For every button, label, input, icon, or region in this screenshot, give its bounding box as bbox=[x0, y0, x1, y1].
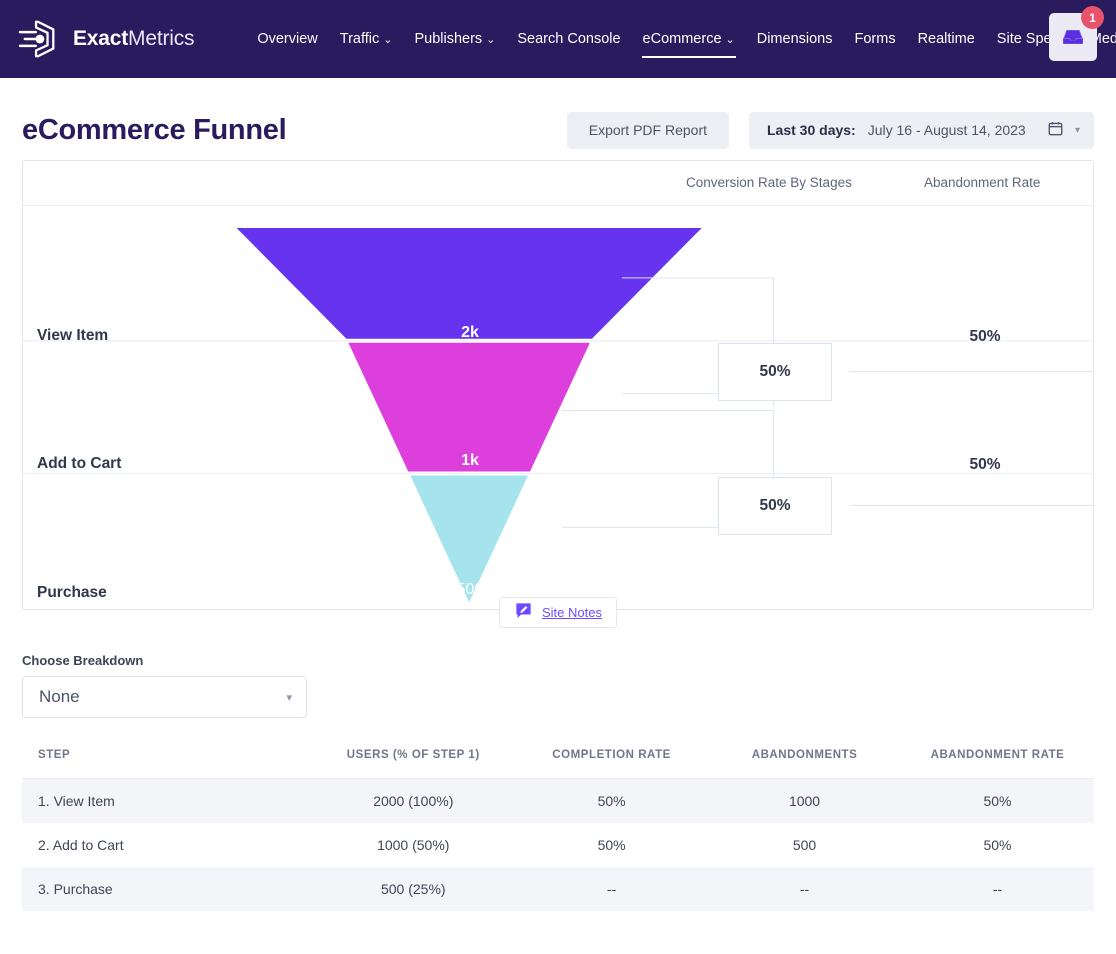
nav-item-forms[interactable]: Forms bbox=[843, 0, 906, 78]
nav-label: Publishers bbox=[414, 31, 483, 47]
main-nav: Overview Traffic ⌄ Publishers ⌄ Search C… bbox=[246, 0, 1116, 78]
conversion-rate-box-1: 50% bbox=[718, 343, 832, 401]
nav-item-search-console[interactable]: Search Console bbox=[506, 0, 631, 78]
site-notes-button[interactable]: Site Notes bbox=[499, 597, 617, 628]
brand-name: ExactMetrics bbox=[73, 27, 195, 51]
cell-abandonments: 1000 bbox=[788, 793, 821, 809]
column-header-abandonments: ABANDONMENTS bbox=[708, 740, 902, 779]
notifications-button[interactable]: 1 bbox=[1049, 6, 1104, 61]
chevron-down-icon: ⌄ bbox=[725, 33, 735, 46]
funnel-chart-graphic bbox=[23, 227, 1093, 603]
funnel-stage-label-purchase: Purchase bbox=[37, 584, 107, 601]
cell-abandonment-rate: 50% bbox=[983, 837, 1012, 853]
cell-step: 1. View Item bbox=[38, 793, 115, 809]
nav-label: Dimensions bbox=[756, 31, 833, 47]
cell-users: 2000 (100%) bbox=[373, 793, 454, 809]
date-range-picker[interactable]: Last 30 days: July 16 - August 14, 2023 … bbox=[749, 111, 1094, 149]
nav-item-publishers[interactable]: Publishers ⌄ bbox=[403, 0, 506, 78]
brand-logo-group[interactable]: ExactMetrics bbox=[14, 16, 195, 62]
column-header-step: STEP bbox=[22, 740, 312, 779]
cell-completion-rate: -- bbox=[606, 881, 617, 897]
table-row: 2. Add to Cart 1000 (50%) 50% 500 50% bbox=[22, 823, 1094, 867]
date-range-value: July 16 - August 14, 2023 bbox=[867, 122, 1026, 138]
cell-users: 500 (25%) bbox=[380, 881, 446, 897]
chevron-down-icon: ⌄ bbox=[383, 33, 393, 46]
nav-label: Realtime bbox=[917, 31, 975, 47]
abandonment-rate-value-2: 50% bbox=[969, 456, 1001, 473]
top-navigation-bar: ExactMetrics Overview Traffic ⌄ Publishe… bbox=[0, 0, 1116, 78]
cell-step: 3. Purchase bbox=[38, 881, 113, 897]
cell-abandonment-rate: -- bbox=[992, 881, 1003, 897]
funnel-segment-view-item bbox=[236, 227, 702, 339]
cell-completion-rate: 50% bbox=[597, 793, 626, 809]
site-notes-label: Site Notes bbox=[542, 605, 602, 620]
table-header-row: STEP USERS (% OF STEP 1) COMPLETION RATE… bbox=[22, 740, 1094, 779]
column-header-abandonment-rate: ABANDONMENT RATE bbox=[901, 740, 1094, 779]
date-range-prefix: Last 30 days: bbox=[767, 122, 856, 138]
chevron-down-icon: ▾ bbox=[1074, 124, 1080, 136]
nav-item-overview[interactable]: Overview bbox=[246, 0, 328, 78]
note-pencil-icon bbox=[514, 601, 533, 625]
breakdown-selected-value: None bbox=[39, 687, 80, 706]
calendar-icon bbox=[1047, 120, 1064, 140]
page-header-actions: Export PDF Report Last 30 days: July 16 … bbox=[566, 111, 1094, 149]
column-header-completion-rate: COMPLETION RATE bbox=[515, 740, 709, 779]
cell-abandonments: 500 bbox=[792, 837, 817, 853]
cell-abandonment-rate: 50% bbox=[983, 793, 1012, 809]
nav-item-ecommerce[interactable]: eCommerce ⌄ bbox=[632, 0, 746, 78]
funnel-chart-body: 2k 1k 500 View Item Add to Cart Purchase… bbox=[23, 206, 1093, 610]
nav-label: Overview bbox=[257, 31, 318, 47]
funnel-chart-card: Conversion Rate By Stages Abandonment Ra… bbox=[22, 160, 1094, 628]
chevron-down-icon: ⌄ bbox=[486, 33, 496, 46]
column-header-users: USERS (% OF STEP 1) bbox=[311, 740, 516, 779]
table-body: 1. View Item 2000 (100%) 50% 1000 50% 2.… bbox=[22, 778, 1094, 911]
funnel-stage-label-add-to-cart: Add to Cart bbox=[37, 455, 122, 472]
chevron-down-icon: ▾ bbox=[286, 691, 292, 704]
table-row: 1. View Item 2000 (100%) 50% 1000 50% bbox=[22, 778, 1094, 823]
table-row: 3. Purchase 500 (25%) -- -- -- bbox=[22, 867, 1094, 911]
cell-completion-rate: 50% bbox=[597, 837, 626, 853]
abandonment-rate-column-header: Abandonment Rate bbox=[924, 175, 1041, 190]
funnel-steps-table: STEP USERS (% OF STEP 1) COMPLETION RATE… bbox=[22, 740, 1094, 911]
nav-label: Forms bbox=[854, 31, 896, 47]
brand-name-light: Metrics bbox=[128, 27, 195, 50]
nav-label: eCommerce bbox=[642, 31, 722, 47]
page-title: eCommerce Funnel bbox=[22, 113, 287, 146]
breakdown-select[interactable]: None ▾ bbox=[22, 676, 307, 718]
brand-name-bold: Exact bbox=[73, 27, 129, 50]
nav-label: Search Console bbox=[517, 31, 621, 47]
funnel-value-label-add-to-cart: 1k bbox=[461, 452, 479, 469]
nav-item-dimensions[interactable]: Dimensions bbox=[746, 0, 844, 78]
conversion-rate-box-2: 50% bbox=[718, 477, 832, 535]
breakdown-section: Choose Breakdown None ▾ bbox=[22, 653, 1094, 718]
funnel-stage-label-view-item: View Item bbox=[37, 327, 109, 344]
funnel-column-headers: Conversion Rate By Stages Abandonment Ra… bbox=[23, 161, 1093, 206]
conversion-rate-column-header: Conversion Rate By Stages bbox=[686, 175, 852, 190]
notification-count-badge: 1 bbox=[1081, 6, 1104, 29]
cell-abandonments: -- bbox=[799, 881, 810, 897]
cell-users: 1000 (50%) bbox=[377, 837, 450, 853]
abandonment-rate-value-1: 50% bbox=[969, 328, 1001, 345]
page-header: eCommerce Funnel Export PDF Report Last … bbox=[0, 78, 1116, 149]
nav-label: Traffic bbox=[339, 31, 380, 47]
funnel-value-label-view-item: 2k bbox=[461, 324, 479, 341]
table-head: STEP USERS (% OF STEP 1) COMPLETION RATE… bbox=[22, 740, 1094, 779]
nav-item-realtime[interactable]: Realtime bbox=[907, 0, 986, 78]
export-pdf-report-button[interactable]: Export PDF Report bbox=[566, 111, 729, 149]
exactmetrics-logo-icon bbox=[14, 16, 60, 62]
cell-step: 2. Add to Cart bbox=[38, 837, 124, 853]
breakdown-label: Choose Breakdown bbox=[22, 653, 144, 668]
nav-item-traffic[interactable]: Traffic ⌄ bbox=[329, 0, 404, 78]
